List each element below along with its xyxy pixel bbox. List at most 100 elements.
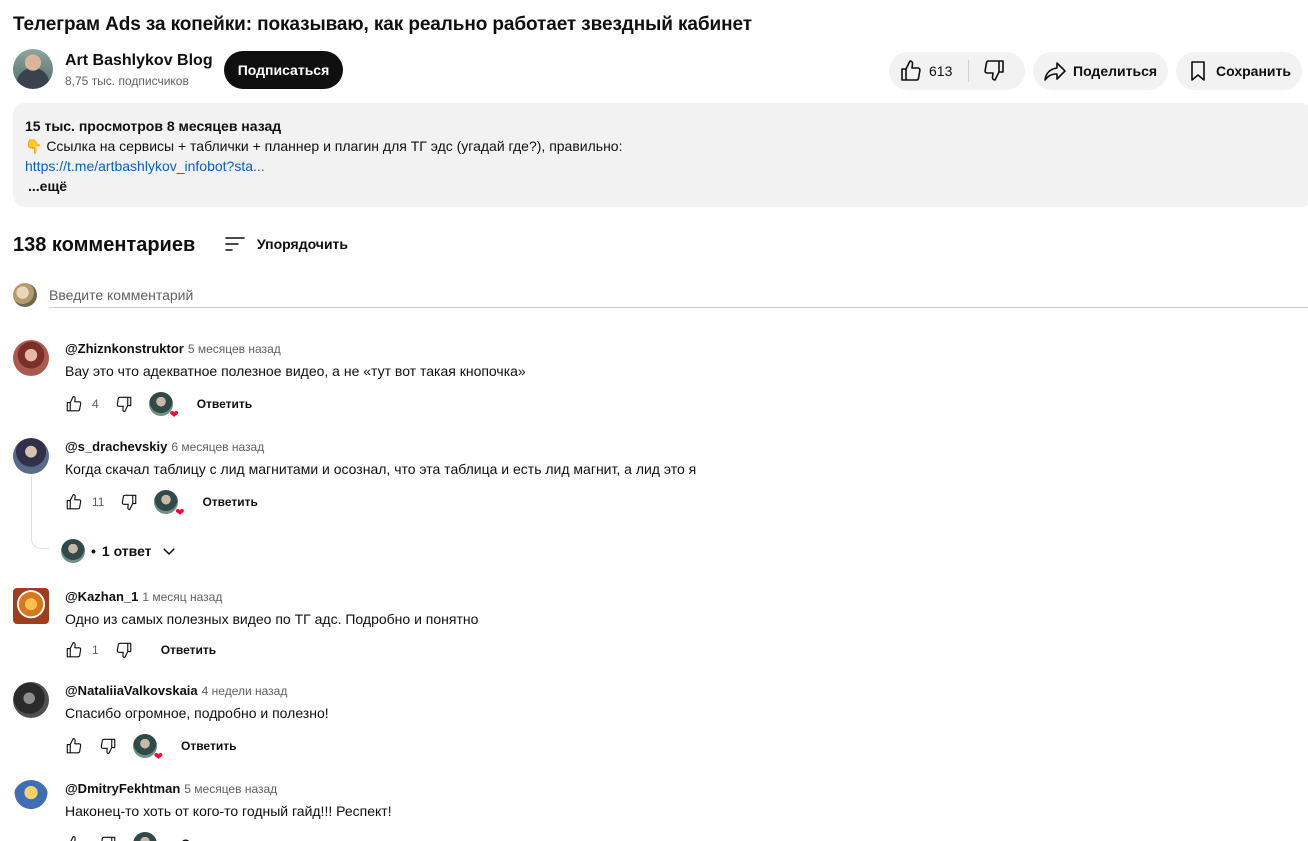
like-divider: [968, 60, 969, 82]
show-more-button[interactable]: ...ещё: [28, 176, 67, 196]
comment-input[interactable]: [49, 282, 1308, 308]
channel-avatar[interactable]: [13, 49, 53, 89]
comment-time[interactable]: 4 недели назад: [202, 684, 288, 698]
share-button[interactable]: Поделиться: [1033, 52, 1168, 90]
creator-heart-badge: [133, 832, 157, 841]
chevron-down-icon: [162, 548, 175, 556]
comment-like-button[interactable]: [65, 395, 83, 413]
share-label: Поделиться: [1073, 63, 1158, 79]
comment-dislike-button[interactable]: [115, 395, 133, 413]
comment-actions: 11 Ответить: [65, 490, 258, 519]
subscribe-button[interactable]: Подписаться: [224, 51, 343, 89]
replies-count: 1 ответ: [101, 543, 152, 559]
subscriber-count: 8,75 тыс. подписчиков: [65, 74, 189, 88]
thumbs-down-icon: [100, 738, 116, 755]
comment-like-button[interactable]: [65, 641, 83, 659]
comment-dislike-button[interactable]: [99, 835, 117, 841]
comment-actions: 4 Ответить: [65, 392, 252, 421]
comment-author[interactable]: @Zhiznkonstruktor 5 месяцев назад: [65, 341, 281, 356]
comment-dislike-button[interactable]: [120, 493, 138, 511]
description-link[interactable]: https://t.me/artbashlykov_infobot?sta...: [25, 156, 1301, 176]
reply-button[interactable]: Ответить: [197, 397, 252, 411]
video-title: Телеграм Ads за копейки: показываю, как …: [13, 14, 752, 35]
reply-button[interactable]: Ответить: [202, 495, 257, 509]
comment-author-name: @NataliiaValkovskaia: [65, 683, 198, 698]
view-count-and-date: 15 тыс. просмотров 8 месяцев назад: [25, 118, 282, 134]
thumbs-down-icon: [101, 836, 116, 841]
comment-author-name: @Kazhan_1: [65, 589, 139, 604]
comment-text: Наконец-то хоть от кого-то годный гайд!!…: [65, 803, 392, 819]
thumbs-up-icon: [66, 641, 82, 658]
comments-header: 138 комментариев Упорядочить: [13, 232, 513, 258]
comment-time[interactable]: 1 месяц назад: [142, 590, 222, 604]
thumbs-down-icon: [984, 60, 1004, 81]
comment-actions: 1 Ответить: [65, 638, 216, 662]
thumbs-down-icon: [116, 396, 131, 413]
comment-author-avatar[interactable]: [13, 438, 49, 474]
comment-author[interactable]: @Kazhan_1 1 месяц назад: [65, 589, 222, 604]
comment-author[interactable]: @s_drachevskiy 6 месяцев назад: [65, 439, 264, 454]
comment-text: Вау это что адекватное полезное видео, а…: [65, 363, 526, 379]
comment-author-name: @DmitryFekhtman: [65, 781, 181, 796]
comment-author-avatar[interactable]: [13, 682, 49, 718]
sort-label: Упорядочить: [257, 236, 349, 252]
comment-actions: Ответить: [65, 832, 236, 841]
reply-button[interactable]: Ответить: [161, 643, 216, 657]
thumbs-up-icon: [66, 493, 82, 510]
bookmark-icon: [1191, 61, 1205, 81]
current-user-avatar: [13, 283, 37, 307]
reply-thread-line: [31, 476, 49, 549]
replier-avatar: [61, 539, 85, 563]
comment-author[interactable]: @DmitryFekhtman 5 месяцев назад: [65, 781, 277, 796]
thumbs-down-icon: [116, 642, 131, 659]
thumbs-up-icon: [901, 60, 921, 81]
comment-author[interactable]: @NataliiaValkovskaia 4 недели назад: [65, 683, 287, 698]
like-dislike-pill: 613: [889, 52, 1025, 90]
description-box[interactable]: 15 тыс. просмотров 8 месяцев назад 👇 Ссы…: [13, 103, 1308, 207]
save-label: Сохранить: [1216, 63, 1291, 79]
share-icon: [1044, 62, 1066, 81]
comment-time[interactable]: 6 месяцев назад: [171, 440, 264, 454]
save-button[interactable]: Сохранить: [1176, 52, 1302, 90]
comment-author-avatar[interactable]: [13, 588, 49, 624]
thumbs-up-icon: [66, 395, 82, 412]
comment-like-button[interactable]: [65, 835, 83, 841]
owner-row: Art Bashlykov Blog 8,75 тыс. подписчиков…: [13, 49, 1308, 93]
creator-heart-badge: [133, 734, 163, 763]
show-replies-button[interactable]: • 1 ответ: [61, 539, 178, 563]
reply-button[interactable]: Ответить: [181, 739, 236, 753]
creator-heart-badge: [154, 490, 184, 519]
comment-time[interactable]: 5 месяцев назад: [188, 342, 281, 356]
comment-actions: Ответить: [65, 734, 236, 763]
comments-count: 138 комментариев: [13, 234, 196, 256]
comment-time[interactable]: 5 месяцев назад: [184, 782, 277, 796]
comment-like-button[interactable]: [65, 737, 83, 755]
comment-author-avatar[interactable]: [13, 780, 49, 816]
sort-button[interactable]: Упорядочить: [223, 232, 348, 256]
thumbs-down-icon: [122, 494, 137, 511]
comment-like-count: 4: [92, 397, 99, 411]
channel-name[interactable]: Art Bashlykov Blog: [65, 52, 213, 70]
comment-author-name: @Zhiznkonstruktor: [65, 341, 184, 356]
description-text: 👇 Ссылка на сервисы + таблички + планнер…: [25, 138, 623, 154]
comment-text: Когда скачал таблицу с лид магнитами и о…: [65, 461, 697, 477]
like-count: 613: [929, 63, 953, 79]
thumbs-up-icon: [70, 835, 76, 841]
comment-text: Одно из самых полезных видео по ТГ адс. …: [65, 611, 479, 627]
comment-author-avatar[interactable]: [13, 340, 49, 376]
comment-dislike-button[interactable]: [115, 641, 133, 659]
add-comment-row: [13, 282, 1308, 310]
thumbs-up-icon: [66, 737, 82, 754]
creator-heart-badge: [148, 392, 179, 421]
comment-author-name: @s_drachevskiy: [65, 439, 168, 454]
bullet-separator: •: [91, 543, 96, 559]
dislike-button[interactable]: [982, 58, 1006, 85]
like-button[interactable]: 613: [889, 52, 952, 90]
comment-text: Спасибо огромное, подробно и полезно!: [65, 705, 329, 721]
sort-icon: [225, 237, 245, 251]
reply-button[interactable]: Ответить: [181, 837, 236, 841]
comment-like-count: 1: [92, 643, 99, 657]
comment-dislike-button[interactable]: [99, 737, 117, 755]
comment-like-button[interactable]: [65, 493, 83, 511]
comment-like-count: 11: [92, 495, 105, 509]
